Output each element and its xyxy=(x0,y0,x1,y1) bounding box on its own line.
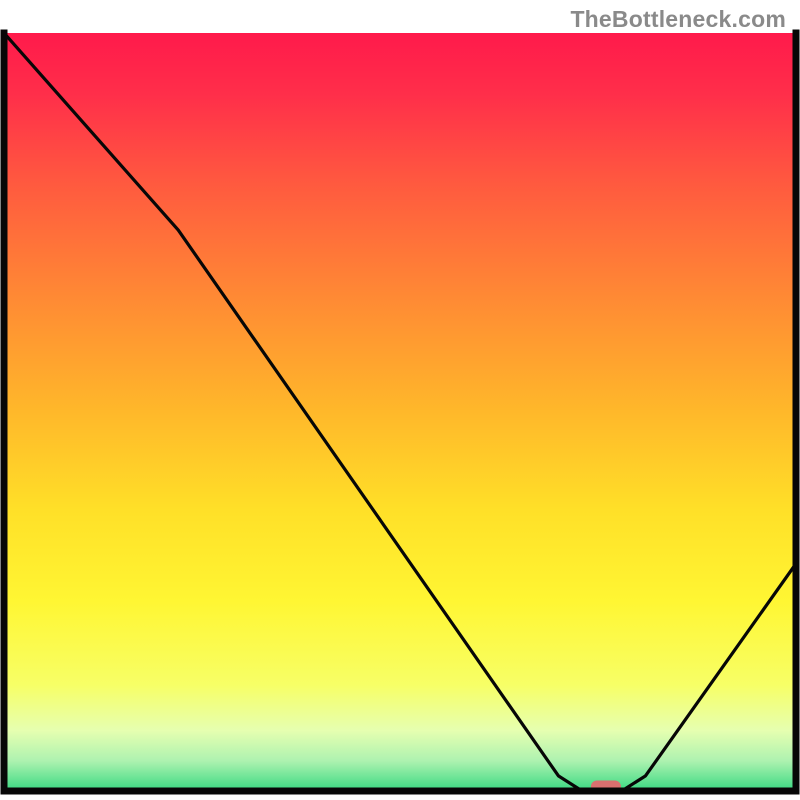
bottleneck-chart xyxy=(0,0,800,800)
watermark-text: TheBottleneck.com xyxy=(570,6,786,33)
chart-stage: TheBottleneck.com xyxy=(0,0,800,800)
gradient-background xyxy=(4,33,796,791)
